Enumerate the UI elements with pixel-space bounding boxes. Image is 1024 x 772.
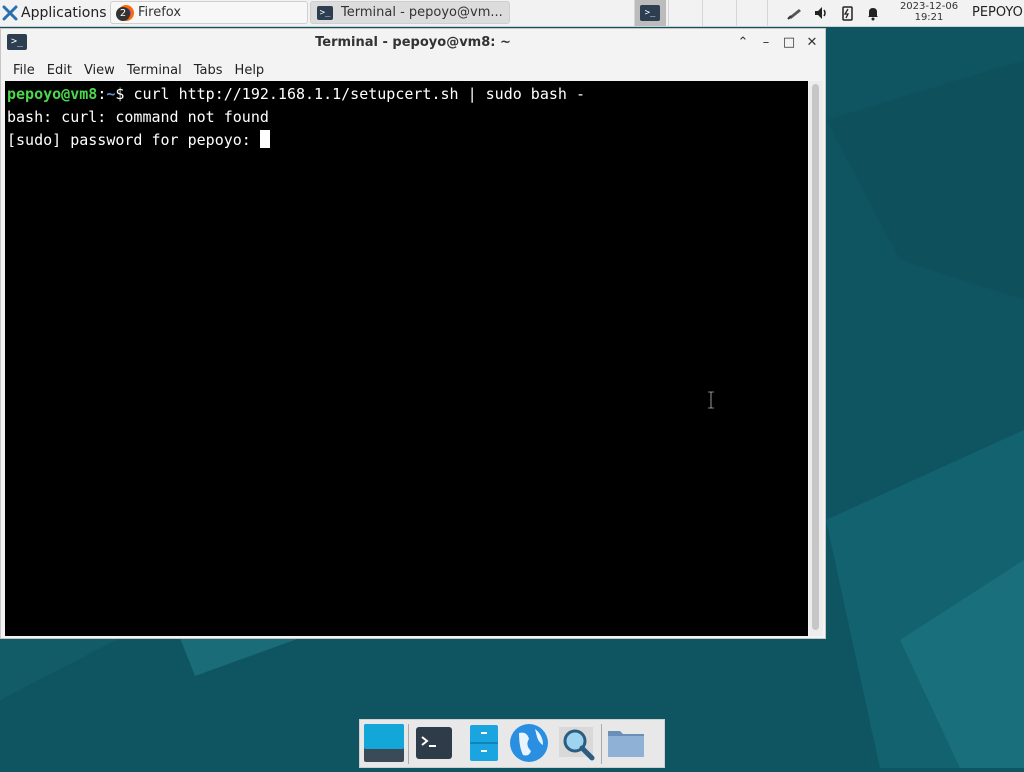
prompt-dollar: $ <box>115 85 134 103</box>
taskbar-terminal[interactable]: >_ Terminal - pepoyo@vm... <box>310 1 510 24</box>
output-line-1: bash: curl: command not found <box>7 108 269 126</box>
battery-icon[interactable] <box>839 5 855 21</box>
dock-home-folder-launcher[interactable] <box>602 719 650 768</box>
dock-web-browser-launcher[interactable] <box>505 719 553 768</box>
command-line: pepoyo@vm8:~$ curl http://192.168.1.1/se… <box>7 83 808 106</box>
sudo-password-prompt: [sudo] password for pepoyo: <box>7 131 260 149</box>
menu-edit[interactable]: Edit <box>41 63 78 78</box>
prompt-separator: : <box>97 85 107 103</box>
bottom-dock <box>359 719 665 768</box>
applications-menu-button[interactable]: Applications ⋮ <box>0 0 125 26</box>
roll-up-button[interactable]: ⌃ <box>734 34 752 52</box>
volume-icon[interactable] <box>813 5 829 21</box>
output-line-2: [sudo] password for pepoyo: <box>7 129 808 152</box>
web-browser-globe-icon <box>510 724 548 762</box>
show-desktop-button[interactable] <box>360 719 408 768</box>
menu-file[interactable]: File <box>7 63 41 78</box>
close-button[interactable]: ✕ <box>803 34 821 52</box>
notification-bell-icon[interactable] <box>865 5 881 21</box>
command-text: curl http://192.168.1.1/setupcert.sh | s… <box>133 85 585 103</box>
terminal-icon: >_ <box>317 5 333 20</box>
file-cabinet-icon <box>470 725 498 761</box>
firefox-icon: 2 <box>116 4 135 22</box>
workspace-4[interactable] <box>736 0 768 26</box>
applications-label: Applications <box>21 5 107 21</box>
ibeam-cursor-icon <box>708 391 714 409</box>
folder-icon <box>608 731 644 757</box>
vertical-scrollbar[interactable] <box>809 81 823 636</box>
window-title: Terminal - pepoyo@vm8: ~ <box>315 35 511 50</box>
maximize-button[interactable]: □ <box>780 34 798 52</box>
text-cursor <box>259 130 270 148</box>
scrollbar-thumb[interactable] <box>812 84 819 630</box>
window-titlebar[interactable]: >_ Terminal - pepoyo@vm8: ~ ⌃ – □ ✕ <box>1 29 825 57</box>
minimize-button[interactable]: – <box>757 34 775 52</box>
workspace-terminal-icon: >_ <box>640 5 660 21</box>
workspace-1[interactable]: >_ <box>634 0 666 26</box>
menu-bar: File Edit View Terminal Tabs Help <box>1 58 270 82</box>
taskbar-firefox-label: Firefox <box>138 5 182 20</box>
clock-date: 2023-12-06 <box>899 1 959 12</box>
magnifier-icon <box>559 727 595 761</box>
workspace-2[interactable] <box>668 0 700 26</box>
terminal-output[interactable]: pepoyo@vm8:~$ curl http://192.168.1.1/se… <box>5 81 808 636</box>
terminal-launcher-icon <box>416 727 452 759</box>
network-icon[interactable] <box>787 5 803 21</box>
prompt-user: pepoyo@vm8 <box>7 85 98 103</box>
terminal-window: >_ Terminal - pepoyo@vm8: ~ ⌃ – □ ✕ File… <box>0 28 826 639</box>
dock-file-cabinet-launcher[interactable] <box>457 719 505 768</box>
window-count-badge: 2 <box>116 6 130 21</box>
menu-terminal[interactable]: Terminal <box>121 63 188 78</box>
xfce-logo-icon <box>2 5 18 21</box>
top-panel: Applications ⋮ 2 Firefox >_ Terminal - p… <box>0 0 1024 27</box>
menu-view[interactable]: View <box>78 63 121 78</box>
show-desktop-icon <box>364 724 404 762</box>
user-menu[interactable]: PEPOYO <box>972 5 1023 20</box>
dock-app-finder-launcher[interactable] <box>553 719 601 768</box>
workspace-3[interactable] <box>702 0 734 26</box>
clock[interactable]: 2023-12-06 19:21 <box>893 1 965 23</box>
menu-help[interactable]: Help <box>229 63 271 78</box>
menu-tabs[interactable]: Tabs <box>188 63 229 78</box>
taskbar-firefox[interactable]: 2 Firefox <box>110 1 308 24</box>
dock-terminal-launcher[interactable] <box>409 719 457 768</box>
taskbar-terminal-label: Terminal - pepoyo@vm... <box>341 5 503 20</box>
clock-time: 19:21 <box>914 12 944 23</box>
